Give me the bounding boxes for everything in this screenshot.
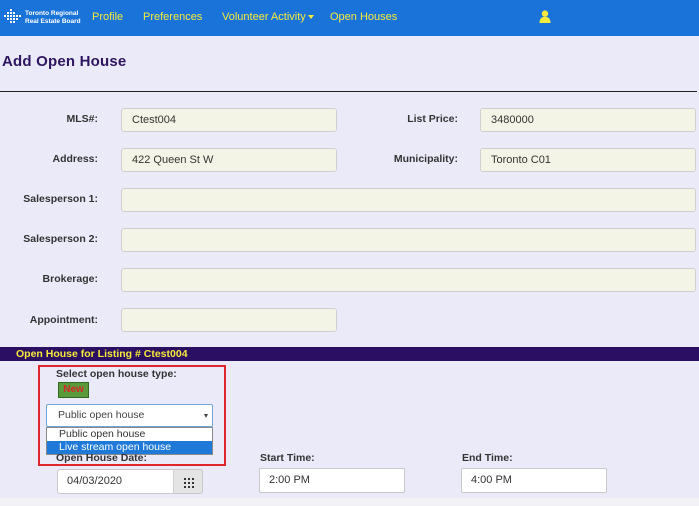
open-house-date-value: 04/03/2020 [67, 475, 123, 487]
open-house-type-label: Select open house type: [56, 368, 177, 380]
nav-volunteer-activity-label: Volunteer Activity [222, 11, 306, 23]
open-house-type-select[interactable]: Public open house [46, 404, 213, 427]
address-field[interactable]: 422 Queen St W [121, 148, 337, 172]
municipality-field[interactable]: Toronto C01 [480, 148, 696, 172]
new-badge: New [58, 382, 89, 398]
nav-preferences-link[interactable]: Preferences [143, 11, 202, 23]
nav-profile-link[interactable]: Profile [92, 11, 123, 23]
open-house-type-selected: Public open house [58, 409, 145, 421]
page-title: Add Open House [2, 53, 127, 70]
user-icon[interactable] [539, 10, 551, 23]
nav-volunteer-activity-dropdown[interactable]: Volunteer Activity [222, 11, 314, 23]
brokerage-label: Brokerage: [42, 273, 98, 285]
calendar-button[interactable] [173, 469, 203, 494]
open-house-section-header: Open House for Listing # Ctest004 [0, 347, 699, 361]
title-divider [0, 91, 697, 92]
logo-text-line2: Real Estate Board [25, 17, 81, 25]
chevron-down-icon [307, 15, 314, 20]
top-navbar: Toronto Regional Real Estate Board Profi… [0, 0, 699, 36]
appointment-field[interactable] [121, 308, 337, 332]
open-house-type-options: Public open house Live stream open house [46, 427, 213, 455]
salesperson2-field[interactable] [121, 228, 696, 252]
calendar-grid-icon [184, 478, 194, 488]
list-price-label: List Price: [407, 113, 458, 125]
option-public-open-house[interactable]: Public open house [47, 428, 212, 441]
municipality-label: Municipality: [393, 153, 458, 165]
salesperson1-field[interactable] [121, 188, 696, 212]
treb-logo-icon [4, 9, 21, 23]
nav-open-houses-link[interactable]: Open Houses [330, 11, 397, 23]
brokerage-field[interactable] [121, 268, 696, 292]
appointment-label: Appointment: [29, 314, 98, 326]
bottom-strip [0, 498, 699, 506]
salesperson2-label: Salesperson 2: [23, 233, 98, 245]
treb-logo[interactable]: Toronto Regional Real Estate Board [4, 8, 84, 28]
salesperson1-label: Salesperson 1: [23, 193, 98, 205]
mls-label: MLS#: [66, 113, 99, 125]
chevron-down-icon [204, 414, 208, 418]
open-house-date-label: Open House Date: [56, 452, 148, 464]
open-house-section-title: Open House for Listing # Ctest004 [16, 348, 188, 360]
list-price-field[interactable]: 3480000 [480, 108, 696, 132]
address-label: Address: [52, 153, 98, 165]
start-time-label: Start Time: [260, 452, 315, 464]
end-time-label: End Time: [462, 452, 513, 464]
mls-field[interactable]: Ctest004 [121, 108, 337, 132]
end-time-field[interactable]: 4:00 PM [461, 468, 607, 493]
logo-text-line1: Toronto Regional [25, 10, 79, 17]
start-time-field[interactable]: 2:00 PM [259, 468, 405, 493]
